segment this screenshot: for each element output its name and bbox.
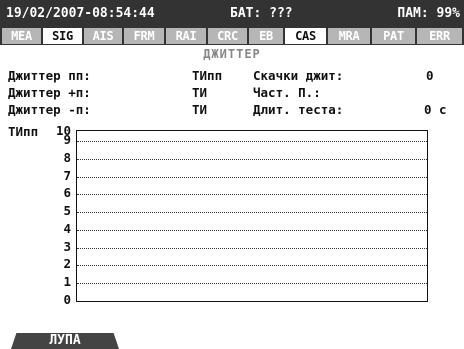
tab-err[interactable]: ERR bbox=[417, 28, 462, 44]
jumps-value: 0 bbox=[426, 68, 434, 83]
tab-mra[interactable]: MRA bbox=[328, 28, 370, 44]
jitter-pp-label: Джиттер пп: bbox=[8, 68, 91, 83]
y-tick-label: 4 bbox=[63, 220, 71, 236]
grid-line bbox=[77, 265, 427, 267]
grid-line bbox=[77, 229, 427, 231]
tab-eb[interactable]: EB bbox=[249, 28, 283, 44]
tab-sig[interactable]: SIG bbox=[43, 28, 82, 44]
grid-line bbox=[77, 194, 427, 196]
y-tick-label: 6 bbox=[63, 185, 71, 201]
tab-crc[interactable]: CRC bbox=[208, 28, 247, 44]
freq-label: Част. П.: bbox=[253, 85, 321, 100]
jitter-plus-unit: ТИ bbox=[192, 85, 208, 100]
y-tick-label: 0 bbox=[63, 292, 71, 307]
tab-pat[interactable]: PAT bbox=[372, 28, 415, 44]
grid-line bbox=[77, 158, 427, 160]
jitter-screen: 19/02/2007-08:54:44 БАТ: ??? ПАМ: 99% ME… bbox=[0, 0, 464, 349]
y-tick-label: 10 bbox=[55, 123, 71, 138]
y-tick-label: 2 bbox=[63, 256, 71, 272]
jitter-plus-label: Джиттер +п: bbox=[8, 85, 91, 100]
grid-line bbox=[77, 141, 427, 142]
battery-status: БАТ: ??? bbox=[230, 6, 293, 21]
status-bar: 19/02/2007-08:54:44 БАТ: ??? ПАМ: 99% bbox=[0, 0, 464, 27]
grid-line bbox=[77, 283, 427, 285]
jitter-minus-label: Джиттер -п: bbox=[8, 102, 91, 117]
screen-title: ДЖИТТЕР bbox=[203, 47, 261, 61]
tab-rai[interactable]: RAI bbox=[166, 28, 206, 44]
tab-frm[interactable]: FRM bbox=[124, 28, 164, 44]
datetime-display: 19/02/2007-08:54:44 bbox=[6, 6, 155, 21]
y-tick-label: 7 bbox=[63, 167, 71, 183]
y-tick-label: 5 bbox=[63, 203, 71, 219]
memory-status: ПАМ: 99% bbox=[397, 6, 460, 21]
y-tick-label: 3 bbox=[63, 238, 71, 254]
grid-line bbox=[77, 212, 427, 214]
jitter-pp-unit: ТИпп bbox=[192, 68, 223, 83]
duration-label: Длит. теста: bbox=[253, 102, 344, 117]
tab-cas[interactable]: CAS bbox=[285, 28, 326, 44]
y-tick-label: 8 bbox=[63, 149, 71, 165]
alarm-tab-bar: MEA SIG AIS FRM RAI CRC EB CAS MRA PAT E… bbox=[0, 27, 464, 45]
jumps-label: Скачки джит: bbox=[253, 68, 344, 83]
y-tick-label: 1 bbox=[63, 274, 71, 290]
duration-value: 0 с bbox=[424, 102, 447, 117]
grid-line bbox=[77, 176, 427, 178]
jitter-plot-area bbox=[76, 130, 428, 302]
tab-mea[interactable]: MEA bbox=[2, 28, 41, 44]
tab-ais[interactable]: AIS bbox=[84, 28, 122, 44]
grid-line bbox=[77, 247, 427, 249]
jitter-minus-unit: ТИ bbox=[192, 102, 208, 117]
